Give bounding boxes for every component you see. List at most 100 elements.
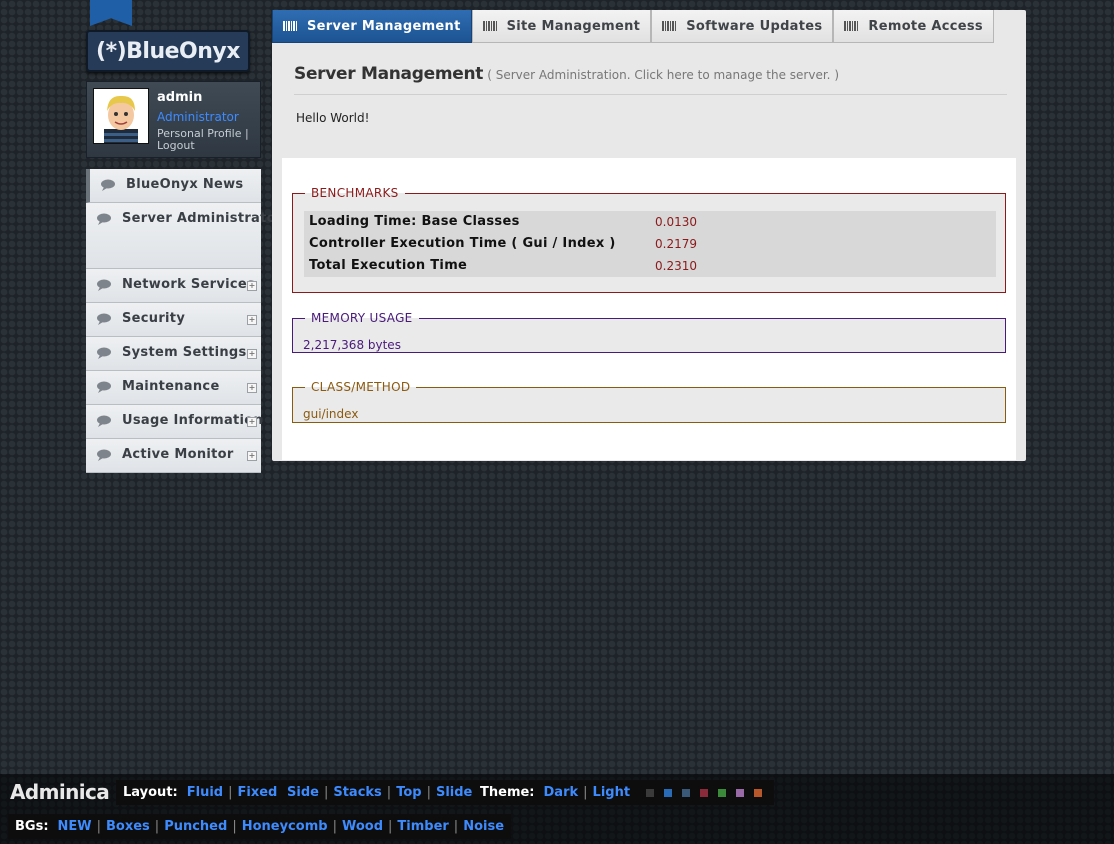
theme-switcher: Theme: Dark | Light [473, 780, 638, 805]
sidebar-item-maintenance[interactable]: Maintenance + [86, 371, 261, 405]
barcode-icon [283, 21, 297, 31]
table-row: Controller Execution Time ( Gui / Index … [304, 233, 996, 255]
color-swatches [634, 780, 774, 805]
expand-plus-icon[interactable]: + [247, 281, 257, 291]
layout-label: Layout: [123, 785, 178, 800]
sidebar-item-label: System Settings [122, 345, 247, 360]
color-swatch[interactable] [718, 788, 726, 797]
sidebar-item-label: Usage Information [122, 413, 264, 428]
bg-timber-link[interactable]: Timber [397, 819, 448, 834]
theme-dark-link[interactable]: Dark [544, 785, 579, 800]
expand-plus-icon[interactable]: + [247, 383, 257, 393]
background-switcher-bar: BGs: NEW | Boxes | Punched | Honeycomb | Woo… [0, 810, 1114, 844]
bg-punched-link[interactable]: Punched [164, 819, 227, 834]
bg-honeycomb-link[interactable]: Honeycomb [242, 819, 328, 834]
color-swatch[interactable] [754, 788, 762, 797]
layout-fluid-link[interactable]: Fluid [187, 785, 223, 800]
sidebar-item-usage-information[interactable]: Usage Information + [86, 405, 264, 439]
tab-label: Site Management [506, 18, 641, 34]
theme-label: Theme: [480, 785, 535, 800]
memory-usage-legend: MEMORY USAGE [311, 311, 413, 325]
benchmark-value: 0.2179 [655, 237, 697, 251]
bg-noise-link[interactable]: Noise [463, 819, 504, 834]
layout-switcher: Layout: Fluid | Fixed [116, 780, 285, 805]
benchmarks-table: Loading Time: Base Classes 0.0130 Contro… [304, 211, 996, 277]
user-role[interactable]: Administrator [157, 110, 239, 124]
benchmark-value: 0.0130 [655, 215, 697, 229]
table-row: Loading Time: Base Classes 0.0130 [304, 211, 996, 233]
sidebar-item-label: Server Administrators [122, 211, 291, 226]
layout-fixed-link[interactable]: Fixed [237, 785, 277, 800]
benchmark-label: Controller Execution Time ( Gui / Index … [309, 236, 616, 251]
benchmark-label: Total Execution Time [309, 258, 468, 273]
page-subtitle-link[interactable]: ( Server Administration. Click here to m… [487, 68, 839, 82]
user-panel: admin Administrator Personal Profile | L… [86, 81, 261, 158]
sidebar-item-label: Maintenance [122, 379, 220, 394]
sidebar-nav: BlueOnyx News Server Administrators Netw… [86, 169, 291, 473]
bg-boxes-link[interactable]: Boxes [106, 819, 150, 834]
speech-bubble-icon [97, 415, 111, 427]
logout-link[interactable]: Logout [157, 139, 195, 152]
sidebar-item-security[interactable]: Security + [86, 303, 261, 337]
table-row: Total Execution Time 0.2310 [304, 255, 996, 277]
expand-plus-icon[interactable]: + [247, 349, 257, 359]
avatar-image [94, 89, 148, 143]
tab-software-updates[interactable]: Software Updates [651, 10, 834, 43]
theme-light-link[interactable]: Light [593, 785, 631, 800]
bg-wood-link[interactable]: Wood [342, 819, 383, 834]
sidebar-item-label: Active Monitor [122, 447, 234, 462]
color-swatch[interactable] [646, 788, 654, 797]
sidebar-item-system-settings[interactable]: System Settings + [86, 337, 261, 371]
position-slide-link[interactable]: Slide [436, 785, 472, 800]
tab-label: Server Management [307, 18, 461, 34]
class-method-value: gui/index [303, 407, 359, 421]
tab-label: Remote Access [868, 18, 983, 34]
sidebar-item-label: Security [122, 311, 186, 326]
bg-new-link[interactable]: NEW [58, 819, 92, 834]
color-swatch[interactable] [736, 788, 744, 797]
tab-site-management[interactable]: Site Management [471, 10, 652, 43]
sidebar-item-blueonyx-news[interactable]: BlueOnyx News [86, 169, 261, 203]
memory-usage-value: 2,217,368 bytes [303, 338, 401, 352]
content-area: BENCHMARKS Loading Time: Base Classes 0.… [282, 158, 1016, 460]
avatar[interactable] [93, 88, 149, 144]
background-switcher: BGs: NEW | Boxes | Punched | Honeycomb | Woo… [8, 814, 512, 839]
class-method-legend: CLASS/METHOD [311, 380, 411, 394]
bgs-label: BGs: [15, 819, 49, 834]
tab-server-management[interactable]: Server Management [272, 10, 472, 43]
color-swatch[interactable] [700, 788, 708, 797]
class-method-fieldset: CLASS/METHOD gui/index [292, 380, 1006, 423]
page-header: Server Management ( Server Administratio… [294, 64, 1007, 95]
expand-plus-icon[interactable]: + [247, 315, 257, 325]
sidebar-item-label: BlueOnyx News [126, 177, 244, 192]
sidebar-item-server-administrators[interactable]: Server Administrators [86, 203, 291, 269]
user-links-separator: | [244, 127, 249, 140]
memory-usage-fieldset: MEMORY USAGE 2,217,368 bytes [292, 311, 1006, 353]
position-side-link[interactable]: Side [287, 785, 319, 800]
speech-bubble-icon [101, 179, 115, 191]
expand-plus-icon[interactable]: + [247, 417, 257, 427]
sidebar-item-network-services[interactable]: Network Services + [86, 269, 261, 303]
speech-bubble-icon [97, 313, 111, 325]
top-tabs: Server Management Site Management Softwa… [272, 10, 994, 43]
color-swatch[interactable] [664, 788, 672, 797]
bookmark-ribbon [90, 0, 132, 26]
hello-text: Hello World! [296, 111, 370, 125]
benchmark-label: Loading Time: Base Classes [309, 214, 520, 229]
color-swatch[interactable] [682, 788, 690, 797]
expand-plus-icon[interactable]: + [247, 451, 257, 461]
theme-switcher-bar: Adminica Layout: Fluid | Fixed Side | Stac… [0, 774, 1114, 810]
adminica-brand: Adminica [10, 780, 110, 804]
position-top-link[interactable]: Top [396, 785, 421, 800]
benchmark-value: 0.2310 [655, 259, 697, 273]
speech-bubble-icon [97, 449, 111, 461]
user-links: Personal Profile | Logout [157, 128, 259, 152]
barcode-icon [844, 21, 859, 31]
speech-bubble-icon [97, 381, 111, 393]
position-stacks-link[interactable]: Stacks [333, 785, 381, 800]
tab-remote-access[interactable]: Remote Access [833, 10, 994, 43]
speech-bubble-icon [97, 279, 111, 291]
sidebar-item-active-monitor[interactable]: Active Monitor + [86, 439, 261, 473]
user-name: admin [157, 90, 203, 105]
blueonyx-logo[interactable]: (*)BlueOnyx [86, 30, 250, 72]
